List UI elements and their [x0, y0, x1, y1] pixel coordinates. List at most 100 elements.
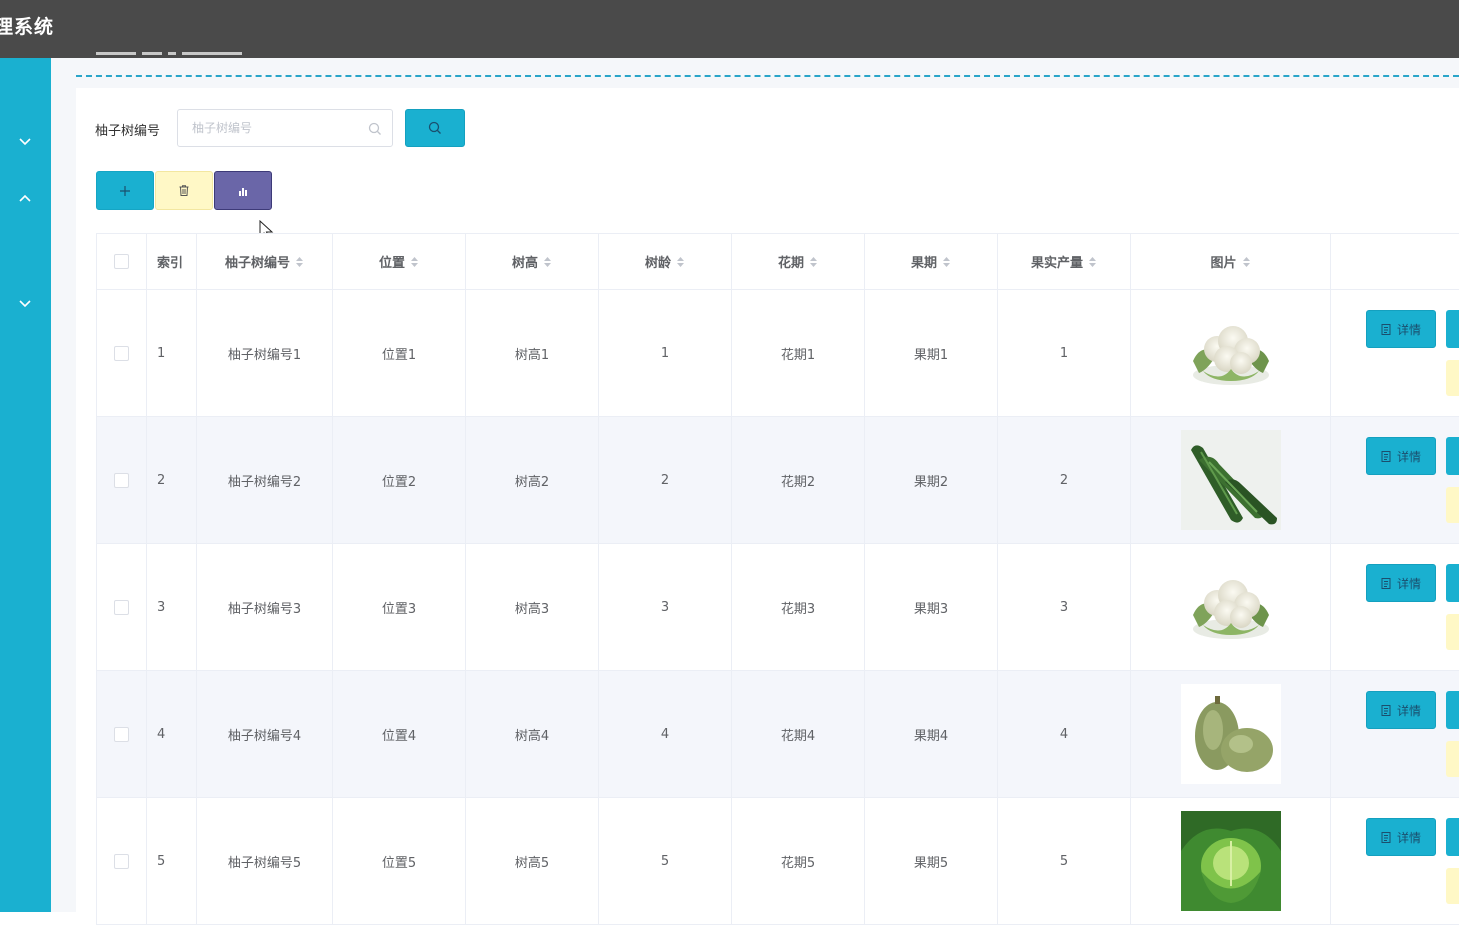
- detail-button[interactable]: 详情: [1366, 564, 1436, 602]
- cell-text: 5: [661, 854, 669, 869]
- cell-text: 花期4: [781, 729, 815, 744]
- cell-text: 树高2: [515, 475, 549, 490]
- cell-location: 位置1: [333, 290, 466, 417]
- column-header-location[interactable]: 位置: [333, 234, 466, 290]
- search-input[interactable]: [178, 110, 372, 146]
- column-header-age[interactable]: 树龄: [599, 234, 732, 290]
- cell-height: 树高4: [466, 671, 599, 798]
- cell-location: 位置4: [333, 671, 466, 798]
- cell-flower-period: 花期3: [732, 544, 865, 671]
- search-input-wrapper: [177, 109, 393, 147]
- sort-icon[interactable]: [676, 255, 685, 269]
- cell-text: 花期5: [781, 856, 815, 871]
- search-button[interactable]: [405, 109, 465, 147]
- column-header-height[interactable]: 树高: [466, 234, 599, 290]
- edit-button[interactable]: [1446, 564, 1459, 602]
- table-row: 1柚子树编号1位置1树高11花期1果期11详情: [97, 290, 1459, 417]
- document-icon: [1381, 705, 1391, 716]
- sort-icon[interactable]: [1088, 255, 1097, 269]
- select-all-checkbox[interactable]: [114, 254, 129, 269]
- cell-text: 4: [157, 727, 165, 742]
- detail-button[interactable]: 详情: [1366, 818, 1436, 856]
- row-delete-button[interactable]: [1446, 360, 1459, 396]
- edit-button[interactable]: [1446, 310, 1459, 348]
- edit-button[interactable]: [1446, 691, 1459, 729]
- detail-button[interactable]: 详情: [1366, 691, 1436, 729]
- row-checkbox[interactable]: [114, 346, 129, 361]
- select-all-cell: [97, 234, 147, 290]
- cell-text: 位置3: [382, 602, 416, 617]
- row-delete-button[interactable]: [1446, 487, 1459, 523]
- column-header-flower-period[interactable]: 花期: [732, 234, 865, 290]
- column-header-label: 果期: [911, 252, 937, 271]
- detail-button-label: 详情: [1397, 575, 1421, 592]
- delete-button[interactable]: [155, 171, 213, 210]
- cell-text: 2: [661, 473, 669, 488]
- row-delete-button[interactable]: [1446, 868, 1459, 904]
- search-icon: [368, 122, 382, 136]
- cell-image: [1131, 798, 1331, 925]
- bar-chart-icon: [238, 186, 248, 196]
- chevron-down-icon[interactable]: [17, 136, 33, 148]
- cell-text: 2: [157, 473, 165, 488]
- cell-code: 柚子树编号5: [197, 798, 333, 925]
- detail-button[interactable]: 详情: [1366, 437, 1436, 475]
- cell-text: 柚子树编号5: [228, 856, 301, 871]
- detail-button-label: 详情: [1397, 321, 1421, 338]
- cell-text: 2: [1060, 473, 1068, 488]
- add-button[interactable]: [96, 171, 154, 210]
- row-checkbox[interactable]: [114, 854, 129, 869]
- row-delete-button[interactable]: [1446, 741, 1459, 777]
- row-checkbox[interactable]: [114, 600, 129, 615]
- detail-button-label: 详情: [1397, 829, 1421, 846]
- product-image: [1131, 303, 1330, 403]
- cell-actions: 详情: [1331, 798, 1459, 925]
- row-checkbox[interactable]: [114, 727, 129, 742]
- column-header-label: 柚子树编号: [225, 252, 290, 271]
- sort-icon[interactable]: [543, 255, 552, 269]
- sort-icon[interactable]: [295, 255, 304, 269]
- sort-icon[interactable]: [1242, 255, 1251, 269]
- cell-fruit-period: 果期4: [865, 671, 998, 798]
- cell-height: 树高3: [466, 544, 599, 671]
- cell-text: 1: [157, 346, 165, 361]
- row-checkbox[interactable]: [114, 473, 129, 488]
- search-icon: [428, 121, 442, 135]
- cell-height: 树高5: [466, 798, 599, 925]
- chevron-up-icon[interactable]: [17, 192, 33, 204]
- stats-button[interactable]: [214, 171, 272, 210]
- cell-text: 树高5: [515, 856, 549, 871]
- cell-code: 柚子树编号1: [197, 290, 333, 417]
- sort-icon[interactable]: [809, 255, 818, 269]
- table-row: 4柚子树编号4位置4树高44花期4果期44详情: [97, 671, 1459, 798]
- edit-button[interactable]: [1446, 437, 1459, 475]
- row-delete-button[interactable]: [1446, 614, 1459, 650]
- cell-text: 5: [157, 854, 165, 869]
- cell-fruit-period: 果期5: [865, 798, 998, 925]
- edit-button[interactable]: [1446, 818, 1459, 856]
- cell-fruit-period: 果期1: [865, 290, 998, 417]
- column-header-yield[interactable]: 果实产量: [998, 234, 1131, 290]
- cell-actions: 详情: [1331, 290, 1459, 417]
- cell-code: 柚子树编号3: [197, 544, 333, 671]
- search-label: 柚子树编号: [95, 120, 160, 139]
- breadcrumb-divider: [76, 75, 1459, 77]
- sort-icon[interactable]: [410, 255, 419, 269]
- column-header-code[interactable]: 柚子树编号: [197, 234, 333, 290]
- detail-button[interactable]: 详情: [1366, 310, 1436, 348]
- cell-text: 果期1: [914, 348, 948, 363]
- cell-text: 树高1: [515, 348, 549, 363]
- cell-flower-period: 花期2: [732, 417, 865, 544]
- sort-icon[interactable]: [942, 255, 951, 269]
- cell-text: 位置2: [382, 475, 416, 490]
- chevron-down-icon[interactable]: [17, 298, 33, 310]
- column-header-label: 位置: [379, 252, 405, 271]
- column-header-fruit-period[interactable]: 果期: [865, 234, 998, 290]
- cell-index: 3: [147, 544, 197, 671]
- cell-text: 1: [661, 346, 669, 361]
- column-header-image[interactable]: 图片: [1131, 234, 1331, 290]
- product-image: [1131, 430, 1330, 530]
- column-header-label: 果实产量: [1031, 252, 1083, 271]
- cell-text: 4: [661, 727, 669, 742]
- cell-text: 花期1: [781, 348, 815, 363]
